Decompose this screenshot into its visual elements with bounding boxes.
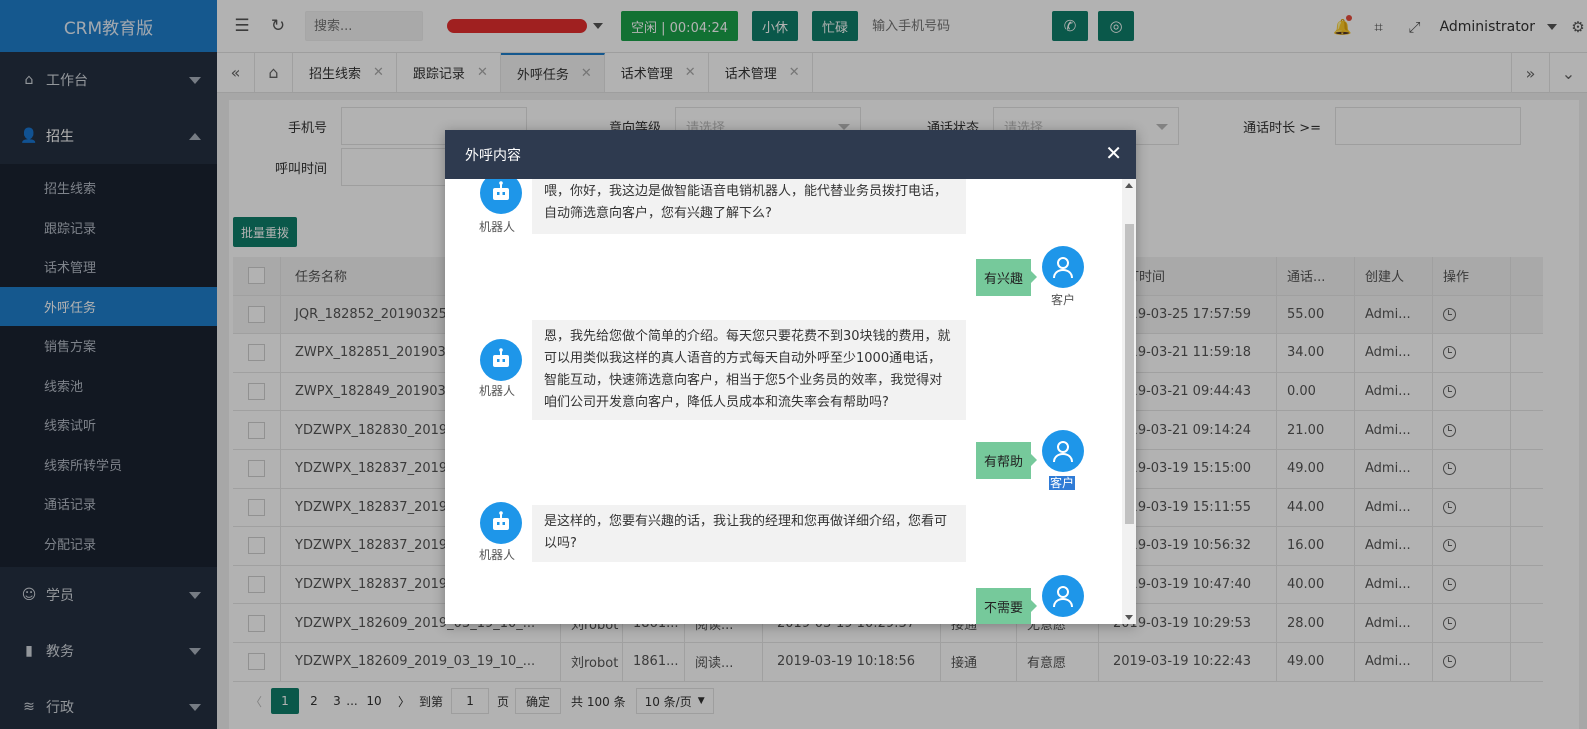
modal-scrollbar[interactable] [1122, 179, 1136, 624]
robot-avatar-icon [480, 339, 522, 381]
customer-message: 有帮助 [976, 442, 1038, 479]
call-content-modal: 外呼内容 ✕ 机器人 喂，你好，我这边是做智能语音电销机器人，能代替业务员拨打电… [445, 130, 1136, 624]
scrollbar-thumb[interactable] [1125, 224, 1134, 524]
scroll-up-icon[interactable] [1125, 183, 1133, 188]
customer-message: 不需要 [976, 588, 1038, 624]
modal-title: 外呼内容 [465, 147, 521, 164]
customer-avatar-icon [1042, 246, 1084, 288]
robot-avatar-icon [480, 502, 522, 544]
scroll-down-icon[interactable] [1125, 615, 1133, 620]
customer-avatar-icon [1042, 575, 1084, 617]
customer-name: 客户 [1051, 293, 1076, 307]
robot-message: 喂，你好，我这边是做智能语音电销机器人，能代替业务员拨打电话，自动筛选意向客户，… [532, 179, 966, 234]
robot-avatar-icon [480, 179, 522, 214]
selected-text: 客户 [1049, 476, 1076, 490]
customer-message: 有兴趣 [976, 259, 1038, 296]
modal-header: 外呼内容 ✕ [445, 130, 1136, 179]
customer-name: 客户 [1049, 474, 1076, 491]
robot-message: 恩，我先给您做个简单的介绍。每天您只要花费不到30块钱的费用，就可以用类似我这样… [532, 320, 966, 420]
customer-avatar-icon [1042, 430, 1084, 472]
robot-message: 是这样的，您要有兴趣的话，我让我的经理和您再做详细介绍，您看可以吗? [532, 505, 966, 562]
robot-name: 机器人 [479, 548, 516, 562]
conversation: 机器人 喂，你好，我这边是做智能语音电销机器人，能代替业务员拨打电话，自动筛选意… [445, 179, 1136, 624]
robot-name: 机器人 [479, 384, 516, 398]
close-icon[interactable]: ✕ [1105, 143, 1122, 163]
robot-name: 机器人 [479, 220, 516, 234]
